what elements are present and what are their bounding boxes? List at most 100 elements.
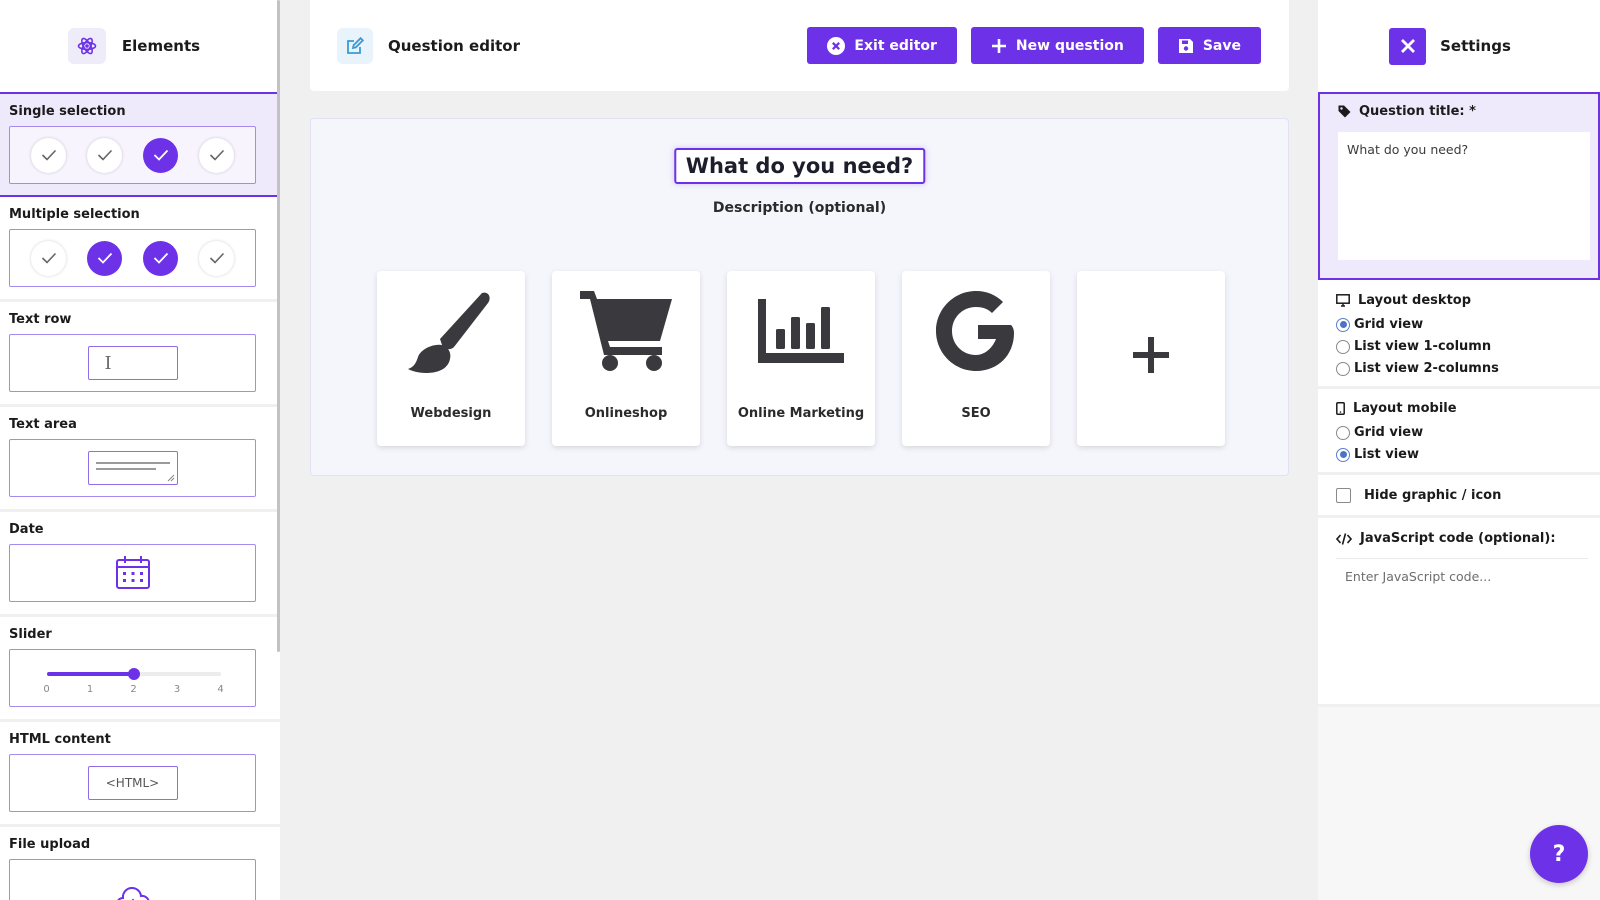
textarea-icon [87,451,178,485]
text-area-preview [9,439,256,497]
elements-panel: Elements Single selection Multiple selec… [0,0,280,900]
element-label: File upload [9,837,91,852]
settings-header: Settings [1318,0,1600,92]
answer-card[interactable]: Onlineshop [552,271,700,446]
element-slider[interactable]: Slider 0 1 2 3 4 [0,617,280,722]
radio[interactable] [1336,425,1350,440]
radio-label: List view 1-column [1354,339,1492,354]
mobile-option-list[interactable]: List view [1336,447,1582,462]
answer-options: Webdesign Onlineshop Online Marketing SE… [377,271,1225,446]
close-circle-icon [827,36,846,55]
cloud-upload-icon [116,887,149,900]
elements-title: Elements [121,37,201,55]
element-multiple-selection[interactable]: Multiple selection [0,197,280,302]
date-preview [9,544,256,602]
element-label: HTML content [9,732,111,747]
settings-title: Settings [1440,37,1511,55]
new-question-button[interactable]: New question [970,27,1144,64]
calendar-icon [115,556,150,589]
hide-graphic-label: Hide graphic / icon [1364,488,1502,503]
html-placeholder: <HTML> [87,766,178,800]
slider-tick-label: 1 [86,684,94,695]
radio[interactable] [1336,339,1350,354]
desktop-option-list-2[interactable]: List view 2-columns [1336,361,1582,376]
element-text-row[interactable]: Text row I [0,302,280,407]
save-label: Save [1202,37,1241,54]
answer-label: Onlineshop [584,406,668,421]
hide-graphic-checkbox[interactable] [1336,488,1351,503]
javascript-input[interactable] [1336,558,1588,686]
element-date[interactable]: Date [0,512,280,617]
layout-desktop-section: Layout desktop Grid view List view 1-col… [1318,280,1600,389]
question-description[interactable]: Description (optional) [311,200,1288,216]
code-icon [1336,532,1352,545]
plus-icon [1077,335,1225,375]
question-canvas: What do you need? Description (optional)… [310,118,1289,476]
html-content-preview: <HTML> [9,754,256,812]
radio-label: Grid view [1354,317,1424,332]
mobile-option-grid[interactable]: Grid view [1336,425,1582,440]
question-title-section: Question title: * What do you need? [1318,92,1600,280]
slider-tick-label: 4 [217,684,224,695]
bar-chart-icon [727,289,875,369]
answer-label: SEO [961,406,991,421]
desktop-option-grid[interactable]: Grid view [1336,317,1582,332]
check-circle-icon [87,137,122,173]
radio-checked[interactable] [1336,317,1350,332]
answer-label: Webdesign [410,406,492,421]
javascript-section: JavaScript code (optional): [1318,518,1600,707]
check-circle-icon [31,137,66,173]
slider-preview: 0 1 2 3 4 [9,649,256,707]
file-upload-preview [9,859,256,900]
layout-mobile-section: Layout mobile Grid view List view [1318,389,1600,475]
close-settings-button[interactable] [1389,27,1427,65]
hide-graphic-section: Hide graphic / icon [1318,475,1600,518]
element-text-area[interactable]: Text area [0,407,280,512]
radio-label: List view [1354,447,1419,462]
help-button[interactable]: ? [1530,825,1588,883]
element-file-upload[interactable]: File upload [0,827,280,900]
paintbrush-icon [377,289,525,379]
element-label: Multiple selection [9,207,140,222]
tag-icon [1338,105,1351,118]
element-label: Slider [9,627,52,642]
elements-scrollbar[interactable] [277,0,280,652]
radio-label: List view 2-columns [1354,361,1499,376]
radio-checked[interactable] [1336,447,1350,462]
hide-graphic-row[interactable]: Hide graphic / icon [1336,488,1582,503]
editor-title: Question editor [388,36,520,55]
slider-thumb [127,668,140,680]
save-icon [1178,38,1193,53]
desktop-option-list-1[interactable]: List view 1-column [1336,339,1582,354]
answer-card[interactable]: SEO [902,271,1050,446]
question-title-input[interactable]: What do you need? [1338,132,1590,260]
element-label: Date [9,522,44,537]
new-question-label: New question [1015,37,1124,54]
plus-icon [991,38,1006,53]
exit-editor-button[interactable]: Exit editor [807,27,957,64]
question-title-label: Question title: * [1359,104,1476,119]
radio[interactable] [1336,361,1350,376]
desktop-icon [1336,294,1350,307]
save-button[interactable]: Save [1157,27,1261,64]
answer-card[interactable]: Webdesign [377,271,525,446]
elements-header: Elements [0,0,280,92]
mobile-icon [1336,402,1345,415]
layout-mobile-label: Layout mobile [1353,401,1457,416]
slider-track [46,668,221,680]
element-single-selection[interactable]: Single selection [0,92,280,197]
shopping-cart-icon [552,289,700,373]
slider-tick-label: 0 [43,684,50,695]
question-title[interactable]: What do you need? [673,148,926,184]
edit-icon [337,27,373,64]
add-answer-card[interactable] [1077,271,1225,446]
atom-icon [67,28,106,64]
javascript-label: JavaScript code (optional): [1360,531,1556,546]
google-icon [902,289,1050,373]
element-label: Text area [9,417,77,432]
close-icon [1400,39,1415,53]
check-circle-icon [31,240,66,276]
element-html-content[interactable]: HTML content <HTML> [0,722,280,827]
slider-ticks: 0 1 2 3 4 [43,684,224,696]
answer-card[interactable]: Online Marketing [727,271,875,446]
